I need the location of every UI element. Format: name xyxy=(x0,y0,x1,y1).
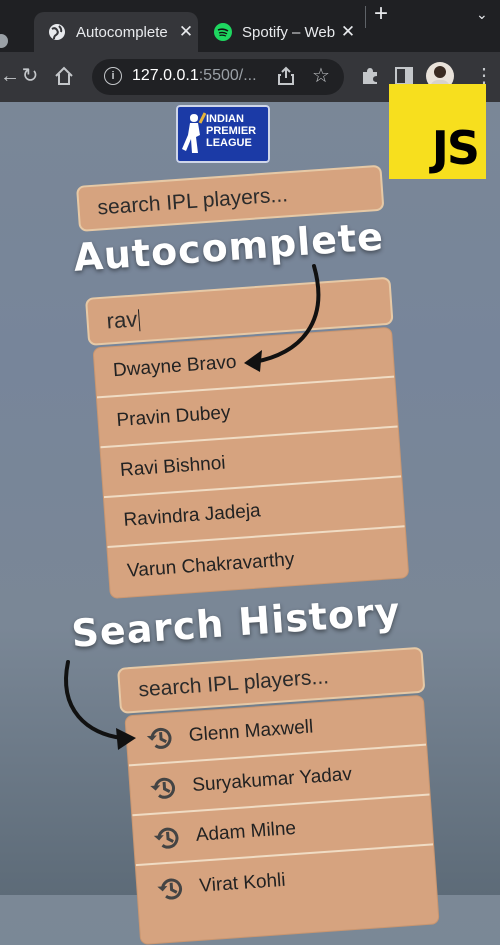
history-icon xyxy=(150,777,175,799)
search-history-list: Glenn Maxwell Suryakumar Yadav Adam Miln… xyxy=(124,694,440,945)
new-tab-button[interactable]: + xyxy=(374,0,388,28)
site-info-icon[interactable]: i xyxy=(104,67,122,85)
tab-title: Autocomplete xyxy=(76,23,168,41)
url-text: 127.0.0.1:5500/... xyxy=(132,67,257,84)
globe-icon xyxy=(48,23,66,41)
close-tab-icon[interactable]: ✕ xyxy=(174,22,198,42)
batsman-icon xyxy=(182,112,206,153)
ipl-wordmark: INDIAN PREMIER LEAGUE xyxy=(206,113,257,149)
close-tab-icon[interactable]: ✕ xyxy=(336,22,360,42)
tab-autocomplete[interactable]: Autocomplete ✕ xyxy=(34,12,198,52)
search-placeholder: search IPL players... xyxy=(137,665,330,702)
extensions-icon[interactable] xyxy=(356,62,384,90)
caption-search-history: Search History xyxy=(70,589,402,656)
spotify-icon xyxy=(214,23,232,41)
history-icon xyxy=(153,827,179,849)
annotation-arrow-autocomplete xyxy=(244,264,321,372)
share-icon[interactable] xyxy=(272,62,300,90)
annotation-arrow-history xyxy=(64,660,136,750)
tab-search-icon[interactable]: ⌄ xyxy=(476,6,488,23)
search-placeholder: search IPL players... xyxy=(96,183,289,220)
reload-icon[interactable]: ↻ xyxy=(16,62,44,90)
bookmark-star-icon[interactable]: ☆ xyxy=(307,62,335,90)
ipl-logo: INDIAN PREMIER LEAGUE xyxy=(176,105,270,163)
history-icon xyxy=(157,878,183,900)
text-cursor xyxy=(137,309,141,332)
history-icon xyxy=(146,727,172,749)
tab-title: Spotify – Web xyxy=(242,23,336,41)
browser-tab-bar: Autocomplete ✕ Spotify – Web ✕ + ⌄ xyxy=(0,0,500,52)
window-control-dot[interactable] xyxy=(0,34,8,48)
tab-separator xyxy=(365,6,366,28)
javascript-logo: JS xyxy=(389,84,486,179)
tab-spotify[interactable]: Spotify – Web ✕ xyxy=(200,12,360,52)
search-query: rav xyxy=(106,306,141,334)
home-icon[interactable] xyxy=(50,62,78,90)
